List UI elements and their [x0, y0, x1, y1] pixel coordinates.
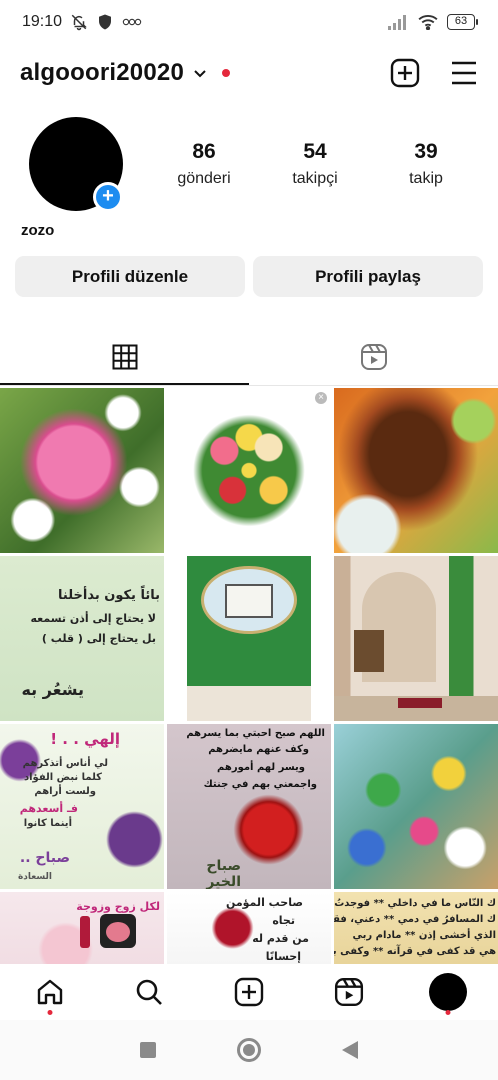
- post-text: لا يحتاج إلى أذن تسمعه: [30, 612, 156, 625]
- stat-posts[interactable]: 86 gönderi: [159, 140, 249, 188]
- post-text: بل يحتاج إلى ( قلب ): [41, 632, 156, 645]
- search-icon: [137, 979, 163, 1005]
- post-text: كلما نبض الفؤاد: [23, 772, 102, 783]
- bottom-nav: [0, 964, 498, 1020]
- recents-button[interactable]: [140, 1042, 157, 1058]
- display-name: zozo: [21, 222, 55, 239]
- add-story-icon[interactable]: +: [93, 182, 123, 212]
- chevron-down-icon[interactable]: [192, 65, 208, 81]
- notification-dot: [445, 1010, 451, 1015]
- status-time: 19:10: [22, 13, 63, 30]
- post-thumbnail[interactable]: [334, 724, 498, 889]
- stat-followers[interactable]: 54 takipçi: [270, 140, 360, 188]
- notification-dot: [222, 69, 231, 77]
- profile-tabs: [0, 330, 498, 386]
- username: algooori20020: [20, 59, 185, 86]
- home-icon: [37, 979, 62, 1005]
- post-thumbnail[interactable]: صاحب المؤمن تجاه من قدم له إحسانًا: [167, 892, 331, 964]
- post-thumbnail[interactable]: اللهم صبح احبتي بما يسرهم وكف عنهم مايضر…: [167, 724, 331, 889]
- post-text: بائاً يكون بدأخلنا: [58, 588, 160, 603]
- post-text: الذي أخشى إذن ** مادام ربي: [352, 930, 496, 941]
- post-text: اللهم صبح احبتي بما يسرهم: [186, 728, 325, 739]
- battery-icon: 63: [447, 14, 478, 30]
- home-button[interactable]: [236, 1038, 261, 1062]
- back-button[interactable]: [341, 1041, 358, 1059]
- nav-create[interactable]: [219, 964, 279, 1020]
- post-text: ك النّاس ما في داخلي ** فوجدتُ ربي: [334, 898, 496, 909]
- post-text: ولست أراهم: [34, 786, 96, 797]
- tab-posts-grid[interactable]: [0, 330, 249, 384]
- reels-icon: [334, 977, 363, 1007]
- post-text: واجمعني بهم في جنتك: [203, 779, 317, 790]
- post-thumbnail[interactable]: ×: [167, 388, 331, 553]
- post-thumbnail[interactable]: [0, 388, 164, 553]
- reels-icon: [360, 344, 387, 370]
- status-bar: 19:10 63: [0, 0, 498, 44]
- close-icon[interactable]: ×: [315, 392, 327, 404]
- nav-home[interactable]: [20, 964, 80, 1020]
- post-text: لي أناس أتذكرهم: [22, 758, 108, 769]
- nav-reels[interactable]: [319, 964, 379, 1020]
- post-thumbnail[interactable]: [167, 556, 331, 721]
- shield-icon: [99, 14, 112, 30]
- post-thumbnail[interactable]: بائاً يكون بدأخلنا لا يحتاج إلى أذن تسمع…: [0, 556, 164, 721]
- create-post-icon: [234, 977, 264, 1007]
- post-thumbnail[interactable]: لكل زوج وزوجة: [0, 892, 164, 964]
- posts-count: 86: [192, 140, 216, 163]
- post-text: صباح الخير: [206, 858, 241, 889]
- post-text: هي قد كفى في قرآنه ** وكفى بربك: [334, 946, 496, 957]
- wifi-icon: [418, 15, 438, 30]
- post-thumbnail[interactable]: [334, 388, 498, 553]
- app-notification-icon: [122, 18, 142, 26]
- create-post-icon[interactable]: [390, 58, 420, 88]
- nav-search[interactable]: [119, 964, 179, 1020]
- post-thumbnail[interactable]: إلهي . . ! لي أناس أتذكرهم كلما نبض الفؤ…: [0, 724, 164, 889]
- mute-bell-icon: [71, 14, 87, 31]
- followers-count: 54: [303, 140, 327, 163]
- profile-header: algooori20020: [0, 48, 498, 98]
- android-nav-bar: [0, 1020, 498, 1080]
- battery-level: 63: [447, 14, 475, 30]
- following-count: 39: [414, 140, 438, 163]
- post-text: تجاه: [272, 914, 295, 927]
- avatar: [429, 973, 468, 1011]
- post-text: ك المسافرُ في دمي ** دعني، فقلبي: [334, 914, 496, 925]
- signal-icon: [388, 15, 406, 30]
- post-text: من قدم له: [252, 932, 309, 945]
- post-text: صاحب المؤمن: [225, 896, 303, 909]
- account-switcher[interactable]: algooori20020: [20, 59, 231, 87]
- posts-label: gönderi: [177, 170, 231, 187]
- post-text: أينما كانوا: [23, 818, 72, 829]
- grid-icon: [112, 344, 137, 370]
- following-label: takip: [409, 170, 443, 187]
- posts-grid: × بائاً يكون بدأخلنا لا يحتاج إلى أذن تس…: [0, 388, 498, 964]
- post-text: إلهي . . !: [50, 730, 120, 748]
- post-text: فـ أسعدهم: [19, 802, 78, 815]
- nav-profile[interactable]: [418, 964, 478, 1020]
- post-text: يشعُر به: [21, 680, 84, 699]
- post-thumbnail[interactable]: [334, 556, 498, 721]
- post-text: وكف عنهم مايضرهم: [208, 744, 309, 755]
- post-text: لكل زوج وزوجة: [76, 900, 160, 913]
- menu-icon[interactable]: [450, 60, 478, 86]
- post-text: صباح ..: [19, 850, 70, 866]
- notification-dot: [47, 1010, 53, 1015]
- followers-label: takipçi: [292, 170, 338, 187]
- tab-reels[interactable]: [249, 330, 498, 384]
- post-text: إحسانًا: [265, 950, 301, 963]
- share-profile-button[interactable]: Profili paylaş: [253, 256, 483, 297]
- stat-following[interactable]: 39 takip: [381, 140, 471, 188]
- post-thumbnail[interactable]: ك النّاس ما في داخلي ** فوجدتُ ربي ك الم…: [334, 892, 498, 964]
- post-text: ويسر لهم أمورهم: [217, 762, 305, 773]
- edit-profile-button[interactable]: Profili düzenle: [15, 256, 245, 297]
- post-text: السعادة: [17, 872, 52, 882]
